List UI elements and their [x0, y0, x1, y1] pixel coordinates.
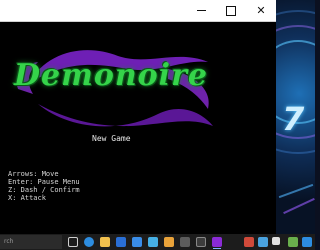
tray-icon[interactable]: [288, 237, 298, 247]
menu-item-new-game[interactable]: New Game: [92, 134, 131, 143]
store-icon[interactable]: [116, 237, 126, 247]
edge-icon[interactable]: [84, 237, 94, 247]
tray-icon[interactable]: [302, 237, 312, 247]
calculator-icon[interactable]: [180, 237, 190, 247]
wallpaper-streak: [278, 183, 314, 199]
tray-icon[interactable]: [258, 237, 268, 247]
close-icon[interactable]: ✕: [246, 0, 276, 21]
window-titlebar[interactable]: ✕: [0, 0, 276, 22]
terminal-icon[interactable]: [164, 237, 174, 247]
wallpaper-logo: 7: [282, 100, 305, 138]
task-view-icon[interactable]: [68, 237, 78, 247]
control-hint: X: Attack: [8, 194, 46, 202]
mail-icon[interactable]: [132, 237, 142, 247]
tray-icon[interactable]: [244, 237, 254, 247]
game-logo: Demonoire: [14, 58, 208, 93]
control-hint: Arrows: Move: [8, 170, 59, 178]
controls-help: Arrows: Move Enter: Pause Menu Z: Dash /…: [8, 170, 80, 202]
active-app-indicator: [213, 248, 221, 249]
minimize-icon[interactable]: [186, 0, 216, 21]
game-icon[interactable]: [212, 237, 222, 247]
taskbar: rch: [0, 234, 315, 250]
control-hint: Z: Dash / Confirm: [8, 186, 80, 194]
file-explorer-icon[interactable]: [100, 237, 110, 247]
app-icon[interactable]: [196, 237, 206, 247]
desktop-wallpaper: 7: [276, 0, 315, 234]
control-hint: Enter: Pause Menu: [8, 178, 80, 186]
photos-icon[interactable]: [148, 237, 158, 247]
wallpaper-streak: [283, 197, 315, 215]
game-window[interactable]: ✕ Demonoire New Game Arrows: Move Enter:…: [0, 0, 276, 234]
tray-icon[interactable]: [272, 237, 280, 245]
taskbar-search[interactable]: rch: [0, 235, 62, 249]
maximize-icon[interactable]: [216, 0, 246, 21]
